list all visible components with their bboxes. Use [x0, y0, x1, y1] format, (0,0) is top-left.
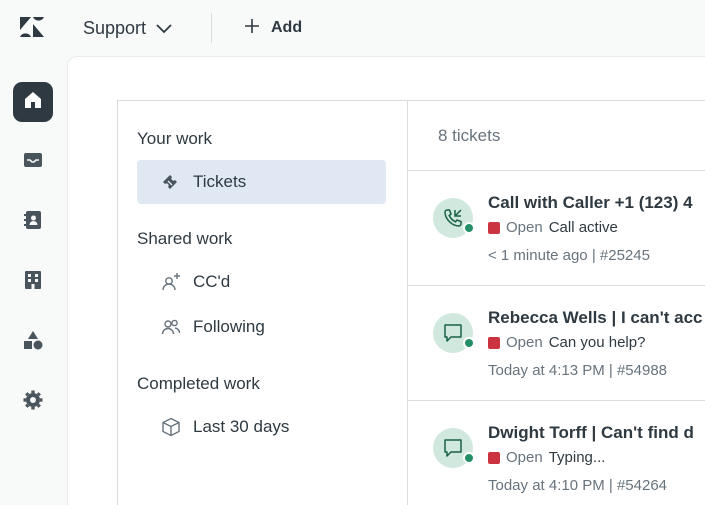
ticket-row[interactable]: Call with Caller +1 (123) 4 Open Call ac…: [408, 171, 705, 286]
view-tickets[interactable]: Tickets: [137, 160, 386, 204]
ticket-row[interactable]: Dwight Torff | Can't find d Open Typing.…: [408, 401, 705, 505]
status-open-badge: [488, 221, 500, 234]
ticket-status: Open: [506, 334, 543, 351]
view-ccd[interactable]: CC'd: [137, 260, 386, 304]
top-bar: Support Add: [0, 0, 705, 56]
view-following[interactable]: Following: [137, 305, 386, 349]
ccd-label: CC'd: [193, 272, 231, 291]
ticket-description: Typing...: [548, 449, 606, 466]
nav-views[interactable]: [13, 142, 53, 182]
chevron-down-icon: [156, 18, 172, 39]
topbar-divider: [211, 13, 212, 43]
product-switcher[interactable]: Support: [83, 16, 172, 40]
shared-work-title: Shared work: [137, 229, 233, 248]
nav-apps[interactable]: [13, 322, 53, 362]
following-label: Following: [193, 317, 265, 336]
ticket-subject: Rebecca Wells | I can't acc: [488, 308, 703, 327]
view-last-30-days[interactable]: Last 30 days: [137, 405, 386, 449]
add-button[interactable]: Add: [243, 16, 302, 40]
status-open-badge: [488, 336, 500, 349]
ticket-meta: Today at 4:10 PM | #54264: [488, 477, 668, 494]
views-panel: Your work Tickets Shared work CC'd Follo…: [117, 100, 408, 505]
ticket-status-row: Open Typing...: [488, 449, 605, 466]
ticket-subject: Dwight Torff | Can't find d: [488, 423, 694, 442]
status-open-badge: [488, 451, 500, 464]
completed-work-title: Completed work: [137, 374, 260, 393]
ticket-meta: Today at 4:13 PM | #54988: [488, 362, 668, 379]
organizations-icon: [22, 269, 44, 296]
ticket-meta: < 1 minute ago | #25245: [488, 247, 650, 264]
product-label: Support: [83, 17, 147, 38]
presence-indicator: [463, 452, 475, 464]
ticket-description: Call active: [548, 219, 618, 236]
nav-organizations[interactable]: [13, 262, 53, 302]
ticket-status-row: Open Call active: [488, 219, 618, 236]
nav-admin[interactable]: [13, 382, 53, 422]
nav-rail: [0, 56, 66, 505]
user-plus-icon: [161, 272, 181, 292]
presence-indicator: [463, 337, 475, 349]
nav-customers[interactable]: [13, 202, 53, 242]
tickets-label: Tickets: [193, 172, 247, 191]
nav-home[interactable]: [13, 82, 53, 122]
ticket-description: Can you help?: [548, 334, 646, 351]
ticket-count: 8 tickets: [438, 126, 501, 145]
your-work-title: Your work: [137, 129, 212, 148]
add-label: Add: [271, 19, 303, 36]
shapes-icon: [22, 329, 44, 356]
ticket-status: Open: [506, 219, 543, 236]
users-icon: [161, 317, 181, 337]
ticket-list-panel: 8 tickets Call with Caller +1 (123) 4 Op…: [408, 100, 705, 505]
ticket-icon: [161, 172, 181, 192]
plus-icon: [243, 17, 261, 40]
ticket-status-row: Open Can you help?: [488, 334, 645, 351]
ticket-row[interactable]: Rebecca Wells | I can't acc Open Can you…: [408, 286, 705, 401]
zendesk-logo-icon[interactable]: [18, 15, 46, 39]
inbox-icon: [22, 149, 44, 176]
cube-icon: [161, 417, 181, 437]
ticket-status: Open: [506, 449, 543, 466]
presence-indicator: [463, 222, 475, 234]
gear-icon: [22, 389, 44, 416]
last-30-days-label: Last 30 days: [193, 417, 290, 436]
ticket-subject: Call with Caller +1 (123) 4: [488, 193, 693, 212]
contacts-icon: [22, 209, 44, 236]
home-icon: [22, 89, 44, 116]
